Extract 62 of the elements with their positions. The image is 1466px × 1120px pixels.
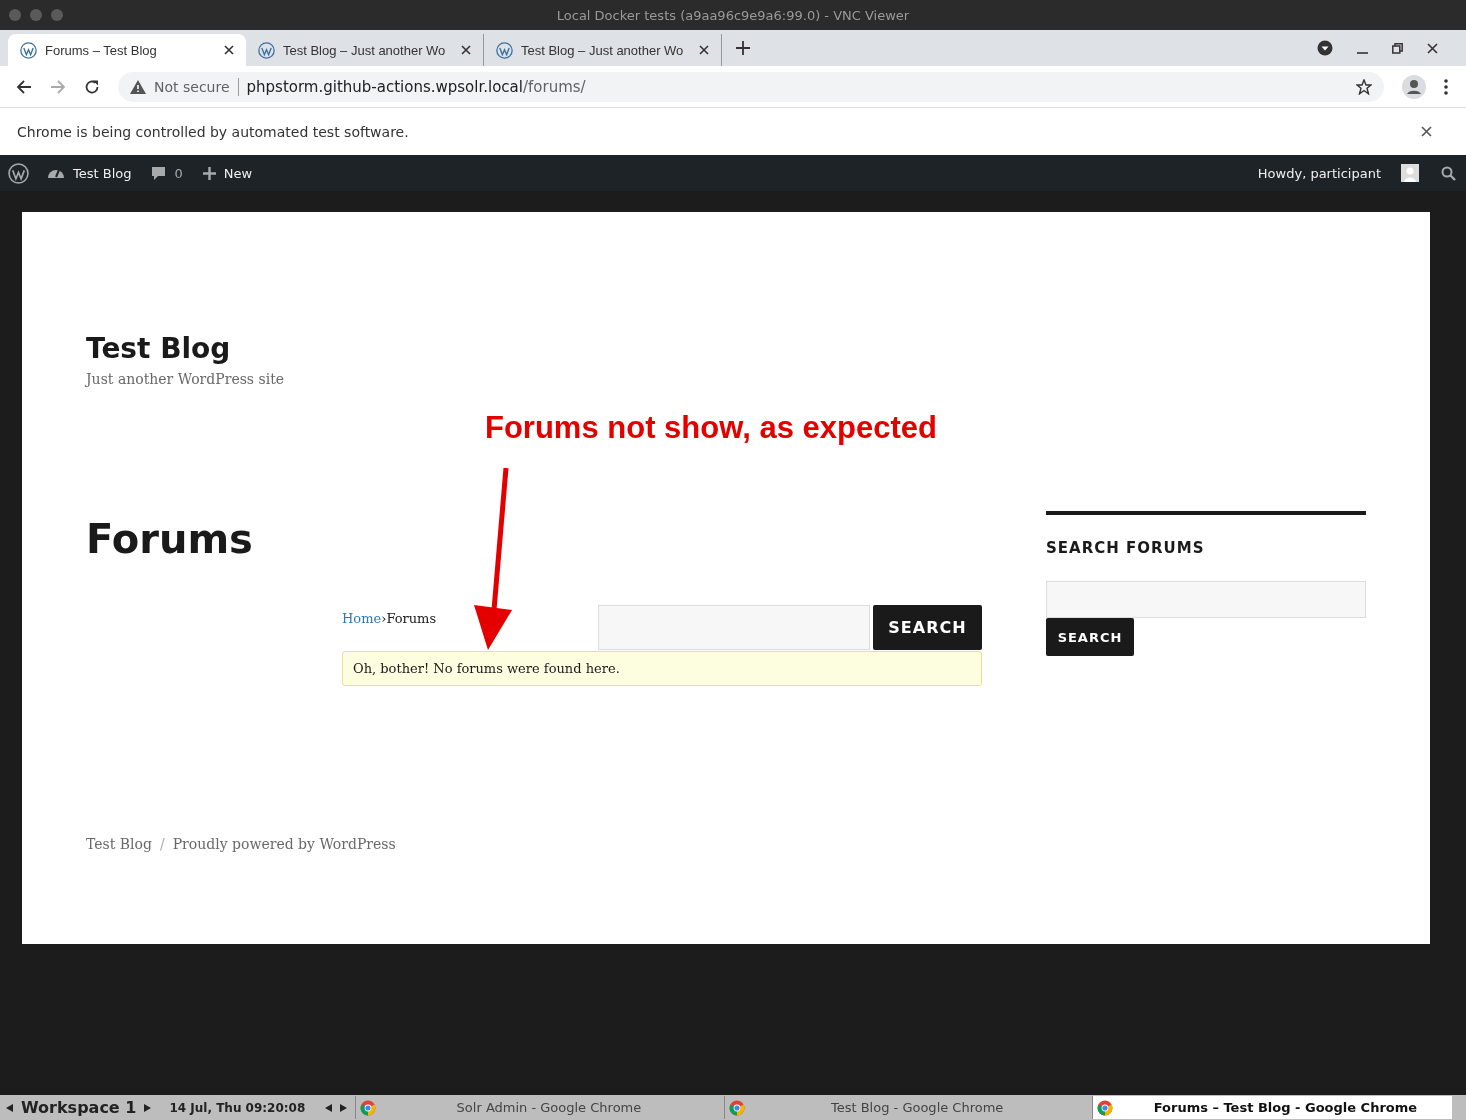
left-triangle-icon[interactable] (6, 1103, 13, 1112)
search-button[interactable]: SEARCH (1046, 618, 1134, 656)
close-icon[interactable] (699, 45, 709, 55)
admin-site-link[interactable]: Test Blog (73, 165, 132, 181)
close-icon[interactable] (224, 45, 234, 55)
browser-tab[interactable]: Forums – Test Blog (8, 34, 246, 66)
taskbar-window-button[interactable]: Forums – Test Blog - Google Chrome (1091, 1096, 1452, 1119)
warning-icon (130, 79, 146, 94)
site-tagline: Just another WordPress site (86, 371, 286, 387)
chrome-logo-icon (728, 1099, 745, 1116)
security-label: Not secure (154, 78, 230, 95)
address-field[interactable]: Not secure phpstorm.github-actions.wpsolr.local/forums/ (118, 71, 1384, 102)
profile-icon[interactable] (1402, 74, 1426, 99)
taskbar-window-button[interactable]: Solr Admin - Google Chrome (355, 1096, 716, 1119)
chrome-logo-icon (1096, 1099, 1113, 1116)
search-button[interactable]: SEARCH (873, 605, 982, 650)
notice-message: Oh, bother! No forums were found here. (342, 651, 982, 686)
close-icon[interactable] (1427, 42, 1438, 54)
wordpress-logo-icon (258, 41, 275, 59)
window-title: Local Docker tests (a9aa96c9e9a6:99.0) - VNC Viewer (555, 7, 911, 23)
right-triangle-icon[interactable] (144, 1103, 152, 1112)
comment-count[interactable]: 0 (174, 165, 183, 181)
tab-title: Test Blog – Just another Wo (283, 42, 447, 58)
wordpress-logo-icon (8, 162, 29, 184)
powered-by-link[interactable]: Proudly powered by WordPress (172, 836, 396, 852)
chrome-logo-icon (360, 1099, 377, 1116)
comment-bubble-icon[interactable] (151, 165, 167, 181)
reload-icon[interactable] (84, 78, 100, 95)
new-tab-icon[interactable] (736, 41, 750, 55)
close-icon[interactable] (461, 45, 471, 55)
site-title[interactable]: Test Blog (86, 332, 1366, 365)
breadcrumb-separator: › (381, 611, 387, 626)
back-arrow-icon[interactable] (16, 78, 32, 95)
wordpress-logo-icon (20, 41, 37, 59)
greeting-text[interactable]: Howdy, participant (1257, 165, 1381, 181)
menu-icon[interactable] (1444, 78, 1448, 95)
close-icon[interactable] (1421, 126, 1432, 137)
url-text: phpstorm.github-actions.wpsolr.local/forums/ (246, 77, 586, 96)
page-heading: Forums (86, 516, 254, 562)
footer-site-link[interactable]: Test Blog (86, 836, 152, 852)
annotation-text: Forums not show, as expected (485, 410, 937, 446)
search-field[interactable] (1046, 581, 1366, 618)
home-link[interactable]: Home (342, 611, 382, 626)
taskbar-window-button[interactable]: Test Blog - Google Chrome (723, 1096, 1084, 1119)
widget-heading: SEARCH FORUMS (1046, 539, 1206, 557)
new-content-link[interactable]: New (223, 165, 253, 181)
tab-title: Forums – Test Blog (45, 42, 158, 58)
workspace-label[interactable]: Workspace 1 (21, 1098, 137, 1117)
star-icon[interactable] (1356, 78, 1372, 95)
left-triangle-icon[interactable] (325, 1103, 333, 1112)
search-field[interactable] (598, 605, 870, 650)
right-triangle-icon[interactable] (340, 1103, 348, 1112)
search-icon[interactable] (1441, 165, 1456, 181)
infobar-message: Chrome is being controlled by automated test software. (17, 123, 409, 140)
tab-title: Test Blog – Just another Wo (521, 42, 685, 58)
dropdown-icon[interactable] (1317, 40, 1333, 56)
restore-icon[interactable] (1392, 42, 1403, 54)
clock-text: 14 Jul, Thu 09:20:08 (169, 1100, 306, 1115)
wordpress-logo-icon (496, 41, 513, 59)
breadcrumb-current: Forums (386, 611, 437, 626)
footer-separator: / (159, 836, 165, 852)
plus-icon[interactable] (202, 166, 216, 180)
